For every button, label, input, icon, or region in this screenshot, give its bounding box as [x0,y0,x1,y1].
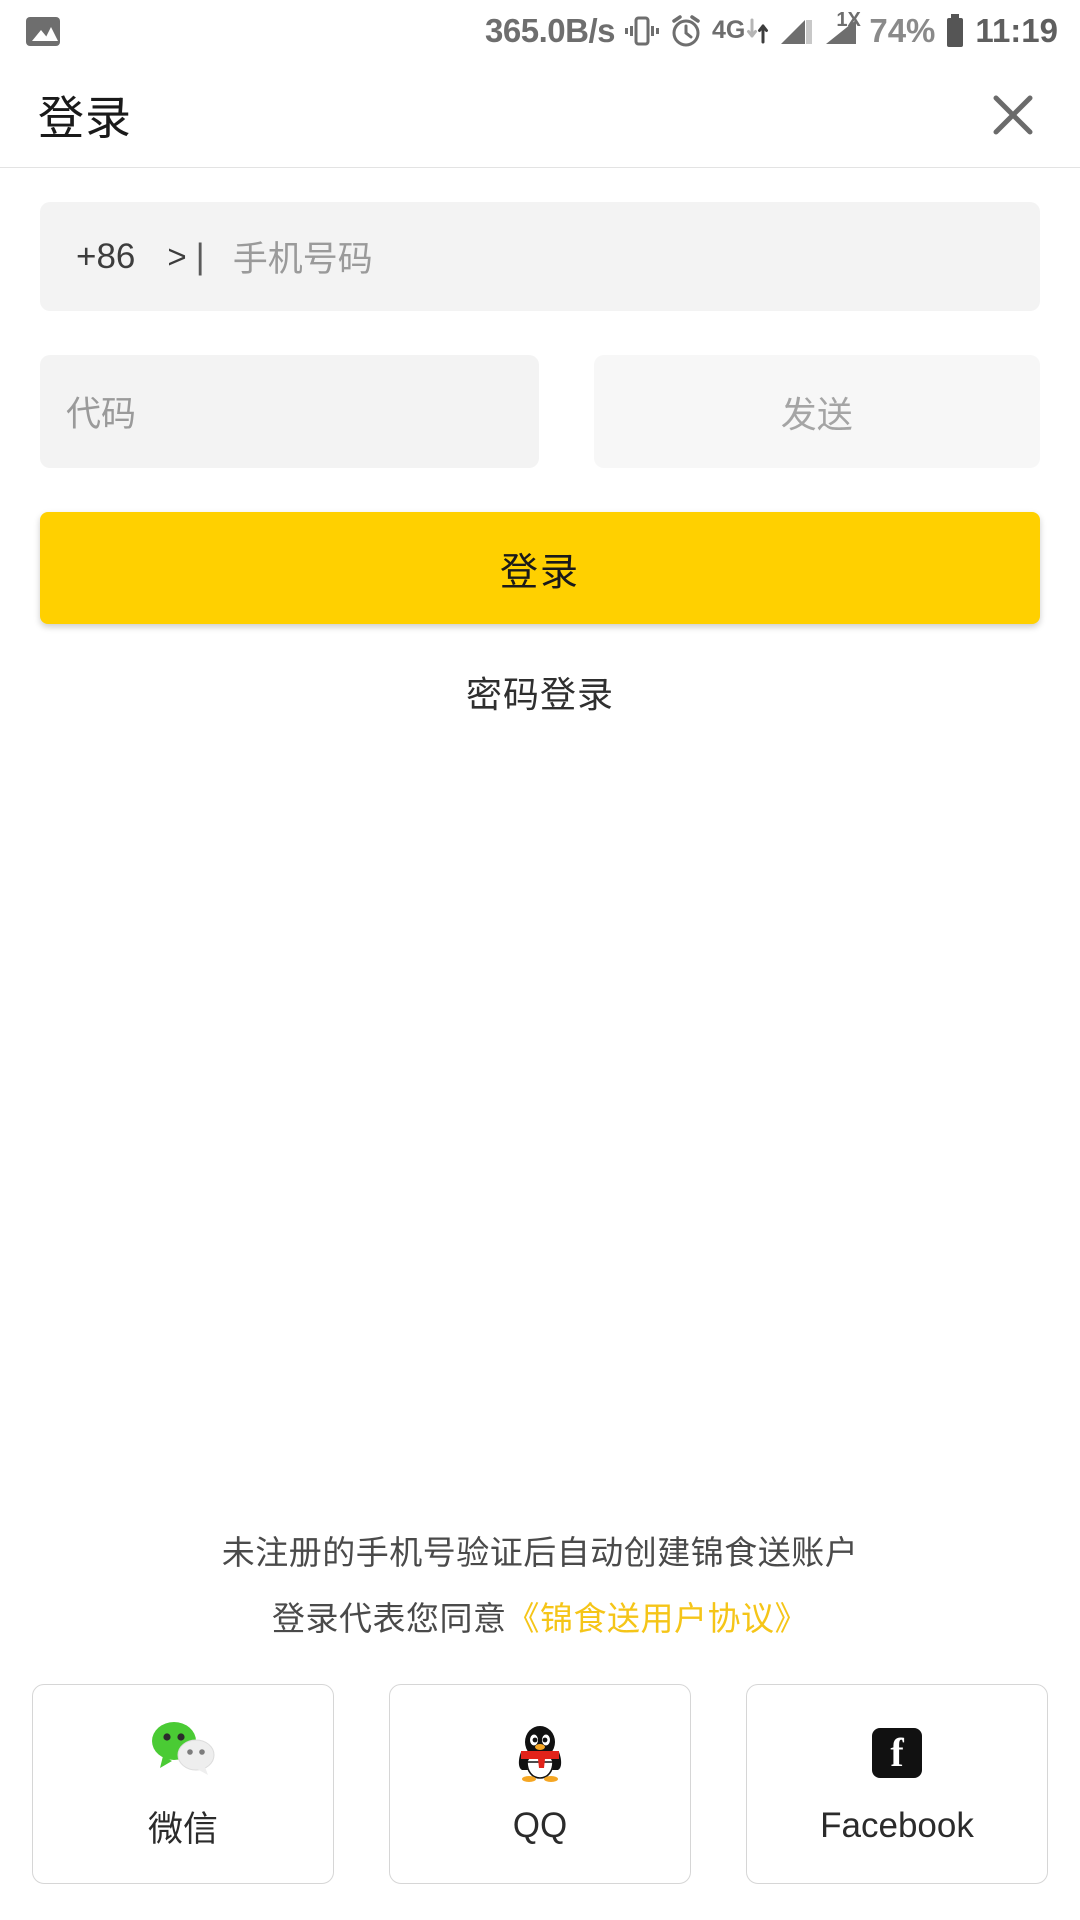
clock-label: 11:19 [975,12,1058,49]
password-login-link[interactable]: 密码登录 [40,666,1040,718]
footer: 未注册的手机号验证后自动创建锦食送账户 登录代表您同意《锦食送用户协议》 微信 [0,1526,1080,1920]
close-button[interactable] [980,82,1046,148]
facebook-login-label: Facebook [820,1806,974,1845]
login-button[interactable]: 登录 [40,512,1040,624]
agreement-prefix: 登录代表您同意 [272,1600,507,1637]
alarm-clock-icon [669,14,703,48]
data-network-icon: 4G [712,16,770,46]
qq-login-button[interactable]: QQ [389,1684,691,1884]
chevron-right-icon[interactable]: > [167,238,186,276]
status-bar: 365.0B/s 4G 1X 74% 11:19 [0,0,1080,62]
data-network-label: 4G [711,16,746,45]
agreement-line-2: 登录代表您同意《锦食送用户协议》 [32,1592,1048,1640]
send-code-label: 发送 [780,393,853,435]
wechat-login-button[interactable]: 微信 [32,1684,334,1884]
phone-input[interactable]: 手机号码 [233,231,373,282]
wechat-icon [147,1717,219,1779]
social-login-row: 微信 QQ f Facebook [32,1684,1048,1884]
facebook-icon: f [872,1722,922,1784]
facebook-login-button[interactable]: f Facebook [746,1684,1048,1884]
battery-percent-label: 74% [869,12,936,49]
send-code-button[interactable]: 发送 [593,355,1040,468]
battery-icon [944,13,966,49]
vibrate-icon [624,14,660,48]
wechat-login-label: 微信 [147,1809,218,1849]
qq-login-label: QQ [512,1806,568,1845]
facebook-f-glyph: f [872,1728,922,1778]
signal-strength-icon-1 [779,16,815,46]
page-title: 登录 [38,91,132,144]
phone-input-row[interactable]: +86 > | 手机号码 [40,202,1040,311]
user-agreement-link[interactable]: 《锦食送用户协议》 [507,1600,809,1637]
code-input-placeholder: 代码 [66,395,137,434]
status-bar-left [26,16,60,46]
gallery-icon [26,16,60,46]
verification-code-row: 代码 发送 [40,355,1040,468]
signal-type-label: 1X [836,9,861,31]
field-separator: | [195,236,205,276]
code-input[interactable]: 代码 [40,355,539,468]
app-bar: 登录 [0,62,1080,168]
close-icon [987,89,1039,141]
country-code-label[interactable]: +86 [76,237,135,277]
agreement-line-1: 未注册的手机号验证后自动创建锦食送账户 [221,1534,859,1571]
status-bar-right: 365.0B/s 4G 1X 74% 11:19 [485,9,1058,50]
login-button-label: 登录 [499,551,580,594]
qq-penguin-icon [512,1722,568,1784]
signal-strength-icon-2: 1X [824,9,861,46]
login-form: +86 > | 手机号码 代码 发送 登录 密码登录 [0,202,1080,718]
data-transfer-arrows-icon [746,16,770,46]
network-speed-label: 365.0B/s [485,12,615,49]
agreement-block: 未注册的手机号验证后自动创建锦食送账户 登录代表您同意《锦食送用户协议》 [32,1526,1048,1640]
